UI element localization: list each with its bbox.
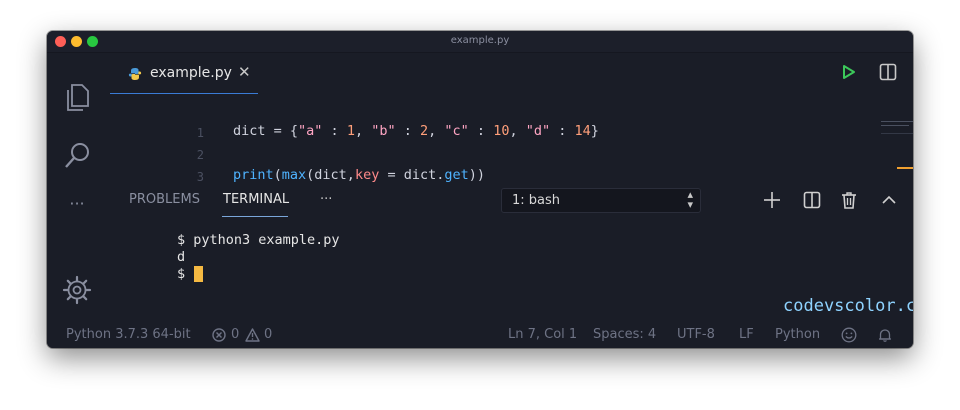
terminal-line: $ python3 example.py xyxy=(177,232,340,248)
more-views-icon[interactable]: ··· xyxy=(61,187,93,219)
title-bar: example.py xyxy=(47,31,913,53)
watermark-text: codevscolor.com xyxy=(783,296,913,316)
scrollbar-marker[interactable] xyxy=(897,167,913,169)
shell-select[interactable]: 1: bash ▴ ▾ xyxy=(501,188,701,213)
terminal-line: d xyxy=(177,249,186,265)
tab-filename: example.py xyxy=(150,65,232,81)
status-eol[interactable]: LF xyxy=(739,327,754,342)
vscode-window: example.py ··· example.py ✕ 1 dict = {"a… xyxy=(47,31,913,348)
window-title: example.py xyxy=(450,35,510,46)
warning-triangle-icon[interactable] xyxy=(245,328,260,346)
shell-select-value: 1: bash xyxy=(512,193,561,208)
line-number: 1 xyxy=(196,126,204,140)
editor-area: example.py ✕ ··· 1 dict = {"a" : 1, "b" … xyxy=(105,53,913,199)
line-number: 3 xyxy=(196,170,204,184)
status-encoding[interactable]: UTF-8 xyxy=(677,327,715,342)
status-warning-count[interactable]: 0 xyxy=(264,327,272,342)
tab-close-icon[interactable]: ✕ xyxy=(238,63,251,81)
status-bar: Python 3.7.3 64-bit 0 0 Ln 7, Col 1 Spac… xyxy=(47,321,913,348)
active-tab-indicator xyxy=(222,216,288,217)
settings-gear-icon[interactable] xyxy=(61,274,93,306)
terminal-cursor xyxy=(194,266,203,282)
code-line-2[interactable]: 2 xyxy=(105,145,805,167)
line-number: 2 xyxy=(196,148,204,162)
editor-tab-bar: example.py ✕ ··· xyxy=(105,53,913,95)
tab-problems[interactable]: PROBLEMS xyxy=(129,192,200,207)
notifications-bell-icon[interactable] xyxy=(877,327,893,347)
split-terminal-icon[interactable] xyxy=(801,189,823,211)
explorer-files-icon[interactable] xyxy=(61,81,93,113)
terminal-panel: PROBLEMS TERMINAL ··· 1: bash ▴ ▾ $ pyth… xyxy=(105,183,913,321)
terminal-line: $ xyxy=(177,266,194,282)
code-line-1[interactable]: 1 dict = {"a" : 1, "b" : 2, "c" : 10, "d… xyxy=(105,123,805,145)
code-text: dict = {"a" : 1, "b" : 2, "c" : 10, "d" … xyxy=(233,123,599,139)
python-file-icon xyxy=(128,66,142,85)
new-terminal-plus-icon[interactable] xyxy=(761,189,783,211)
activity-bar: ··· xyxy=(47,53,105,322)
error-circle-icon[interactable] xyxy=(212,328,226,346)
kill-terminal-trash-icon[interactable] xyxy=(838,189,860,211)
code-text: print(max(dict,key = dict.get)) xyxy=(233,167,486,183)
run-file-icon[interactable] xyxy=(842,64,856,84)
minimap[interactable] xyxy=(881,121,913,141)
maximize-panel-chevron-up-icon[interactable] xyxy=(878,189,900,211)
split-editor-icon[interactable] xyxy=(879,63,897,85)
tab-terminal[interactable]: TERMINAL xyxy=(223,192,289,207)
panel-more-icon[interactable]: ··· xyxy=(320,192,332,207)
tab-example-py[interactable]: example.py ✕ xyxy=(110,53,258,94)
status-error-count[interactable]: 0 xyxy=(231,327,239,342)
status-language[interactable]: Python xyxy=(775,327,820,342)
status-interpreter[interactable]: Python 3.7.3 64-bit xyxy=(66,327,191,342)
search-icon[interactable] xyxy=(61,139,93,171)
status-cursor-position[interactable]: Ln 7, Col 1 xyxy=(508,327,577,342)
select-arrows-icon: ▴ ▾ xyxy=(687,188,693,211)
status-indentation[interactable]: Spaces: 4 xyxy=(593,327,656,342)
feedback-smiley-icon[interactable] xyxy=(841,327,857,347)
